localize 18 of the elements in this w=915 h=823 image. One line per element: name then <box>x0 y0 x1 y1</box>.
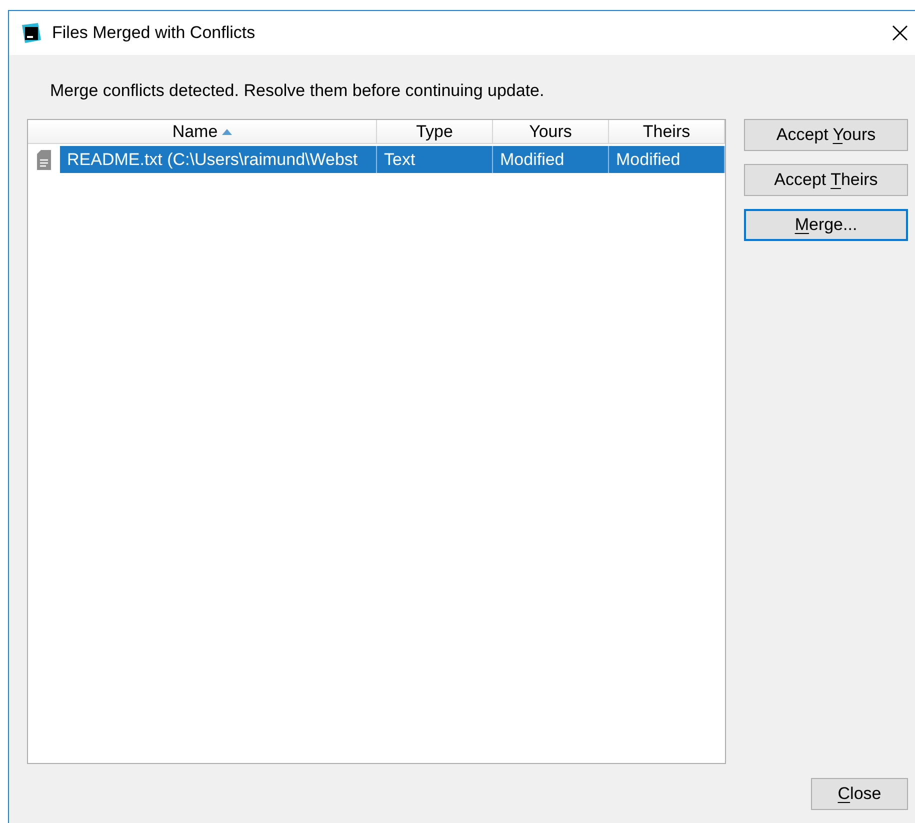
column-header[interactable]: Yours <box>493 120 609 143</box>
table-cell[interactable]: Modified <box>609 146 725 173</box>
message-text: Merge conflicts detected. Resolve them before continuing update. <box>50 81 544 101</box>
sort-ascending-icon <box>222 128 232 134</box>
column-header[interactable]: Name <box>28 120 377 143</box>
column-header[interactable]: Type <box>377 120 493 143</box>
column-header[interactable]: Theirs <box>609 120 725 143</box>
window-title: Files Merged with Conflicts <box>52 23 256 43</box>
close-button[interactable]: Close <box>811 778 908 810</box>
file-icon <box>37 150 51 170</box>
table-cell[interactable]: README.txt (C:\Users\raimund\Webst <box>60 146 377 173</box>
table-cell[interactable]: Modified <box>493 146 609 173</box>
action-button[interactable]: Accept Yours <box>744 119 908 151</box>
app-logo-icon <box>20 22 42 44</box>
action-button[interactable]: Merge... <box>744 209 908 241</box>
action-button[interactable]: Accept Theirs <box>744 164 908 196</box>
close-icon[interactable] <box>891 24 909 42</box>
table-cell[interactable]: Text <box>377 146 493 173</box>
